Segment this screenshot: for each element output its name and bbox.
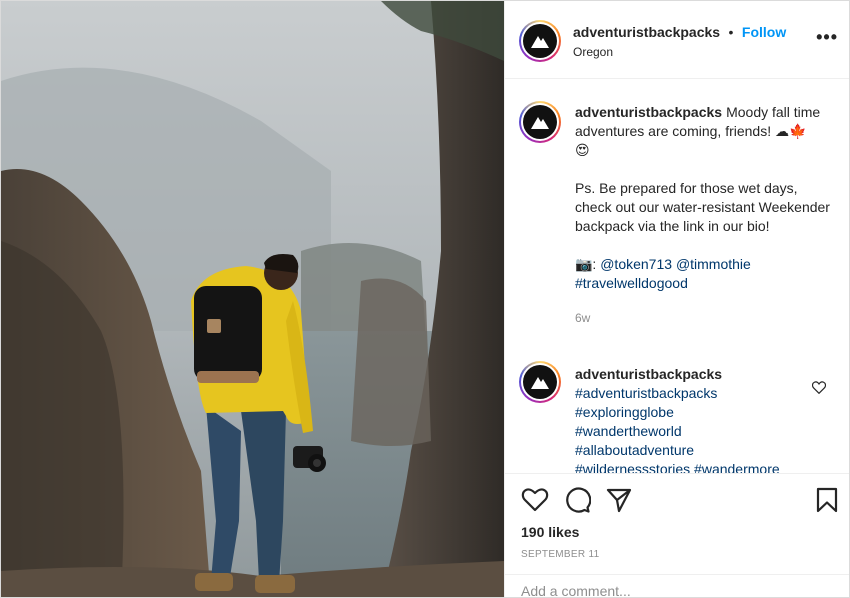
mention-link[interactable]: @token713 [600,256,672,272]
post-header: adventuristbackpacks • Follow Oregon ••• [505,1,849,79]
mountain-logo-icon [531,377,549,389]
header-username[interactable]: adventuristbackpacks [573,24,720,40]
hashtag-link[interactable]: #exploringglobe [575,403,833,422]
caption-timestamp[interactable]: 6w [575,309,833,328]
post-photo[interactable] [1,1,504,597]
comment-item: adventuristbackpacks #adventuristbackpac… [505,359,849,473]
mountain-logo-icon [531,36,549,48]
likes-count[interactable]: 190 likes [521,524,579,540]
hashtag-link[interactable]: #wildernessstories #wandermore [575,460,833,473]
comment-avatar[interactable] [519,361,561,403]
like-comment-heart-icon[interactable] [812,381,826,394]
separator-dot: • [728,24,734,40]
share-icon[interactable] [605,486,633,514]
comment-icon[interactable] [563,486,591,514]
post-modal: adventuristbackpacks • Follow Oregon ••• [0,0,850,598]
follow-button[interactable]: Follow [742,24,786,40]
caption-username[interactable]: adventuristbackpacks [575,104,722,120]
post-details-panel: adventuristbackpacks • Follow Oregon ••• [504,1,849,598]
mention-link[interactable]: @timmothie [676,256,751,272]
caption-paragraph: Ps. Be prepared for those wet days, chec… [575,180,830,234]
caption-comment: adventuristbackpacks Moody fall time adve… [505,99,849,359]
avatar[interactable] [519,20,561,62]
comment-username[interactable]: adventuristbackpacks [575,365,829,384]
hashtag-link[interactable]: #wandertheworld [575,422,833,441]
photo-illustration [1,1,504,597]
add-comment-placeholder: Add a comment... [521,583,631,598]
heart-icon[interactable] [521,486,549,514]
camera-credit-label: 📷: [575,256,597,272]
comment-text: adventuristbackpacks #adventuristbackpac… [575,365,833,473]
comments-list[interactable]: adventuristbackpacks Moody fall time adve… [505,79,849,473]
post-date[interactable]: SEPTEMBER 11 [521,549,599,560]
mountain-logo-icon [531,117,549,129]
more-options-icon[interactable]: ••• [816,27,838,48]
post-actions: 190 likes SEPTEMBER 11 Add a comment... [505,473,849,598]
add-comment-field[interactable]: Add a comment... [505,574,849,598]
bookmark-icon[interactable] [813,486,841,514]
hashtag-link[interactable]: #allaboutadventure [575,441,833,460]
hashtag-link[interactable]: #travelwelldogood [575,274,833,293]
hashtag-link[interactable]: #adventuristbackpacks [575,384,833,403]
caption-emoji: 😍 [575,142,590,158]
caption-avatar[interactable] [519,101,561,143]
caption-text: adventuristbackpacks Moody fall time adve… [575,103,833,328]
location-link[interactable]: Oregon [573,45,613,59]
